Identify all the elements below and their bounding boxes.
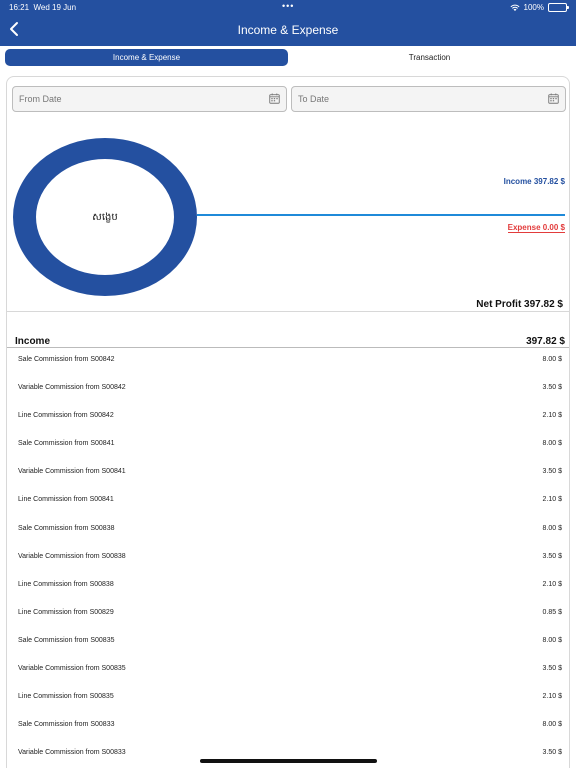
list-item-label: Variable Commission from S00835: [18, 665, 126, 673]
summary-chart: សង្ខេប Income 397.82 $ Expense 0.00 $: [7, 121, 569, 313]
battery-icon: [548, 3, 569, 12]
report-panel: From Date To Date សង្ខេប Income 397.82 $…: [6, 76, 570, 768]
list-item-label: Line Commission from S00842: [18, 412, 114, 420]
list-item[interactable]: Variable Commission from S00833 3.50 $: [7, 740, 569, 768]
to-date-placeholder: To Date: [298, 94, 330, 104]
status-date: Wed 19 Jun: [33, 3, 77, 12]
list-item-label: Variable Commission from S00833: [18, 749, 126, 757]
list-item-amount: 8.00 $: [542, 356, 562, 363]
list-item-amount: 3.50 $: [542, 749, 562, 757]
legend-connector-line: [197, 214, 565, 216]
list-item[interactable]: Variable Commission from S00835 3.50 $: [7, 656, 569, 684]
list-item[interactable]: Line Commission from S00835 2.10 $: [7, 684, 569, 712]
list-item[interactable]: Sale Commission from S00842 8.00 $: [7, 347, 569, 375]
list-item-label: Line Commission from S00841: [18, 496, 114, 504]
list-item-amount: 3.50 $: [542, 384, 562, 392]
income-section-label: Income: [15, 336, 51, 347]
list-item-label: Variable Commission from S00842: [18, 384, 126, 392]
calendar-icon: [269, 93, 280, 104]
list-item[interactable]: Sale Commission from S00838 8.00 $: [7, 516, 569, 544]
list-item[interactable]: Variable Commission from S00838 3.50 $: [7, 544, 569, 572]
tab-transaction[interactable]: Transaction: [288, 49, 571, 66]
tab-bar: Income & Expense Transaction: [5, 49, 571, 66]
list-item[interactable]: Line Commission from S00838 2.10 $: [7, 572, 569, 600]
list-item-label: Sale Commission from S00838: [18, 524, 115, 532]
list-item-label: Sale Commission from S00841: [18, 440, 115, 448]
list-item[interactable]: Sale Commission from S00833 8.00 $: [7, 712, 569, 740]
wifi-icon: [510, 4, 520, 11]
from-date-placeholder: From Date: [19, 94, 62, 104]
income-list: Sale Commission from S00842 8.00 $ Variabl…: [7, 347, 569, 768]
status-time-date: 16:21 Wed 19 Jun: [9, 3, 76, 12]
list-item-amount: 3.50 $: [542, 665, 562, 673]
list-item-amount: 3.50 $: [542, 552, 562, 560]
tab-income-expense[interactable]: Income & Expense: [5, 49, 288, 66]
list-item-amount: 2.10 $: [542, 412, 562, 420]
divider: [7, 311, 569, 312]
list-item[interactable]: Line Commission from S00842 2.10 $: [7, 403, 569, 431]
list-item-label: Sale Commission from S00842: [18, 356, 115, 363]
list-item-label: Line Commission from S00835: [18, 693, 114, 701]
income-section-header: Income 397.82 $: [7, 334, 569, 347]
donut-chart: សង្ខេប: [12, 137, 198, 297]
list-item[interactable]: Variable Commission from S00842 3.50 $: [7, 375, 569, 403]
calendar-icon: [548, 93, 559, 104]
page-title: Income & Expense: [237, 23, 339, 37]
list-item-amount: 8.00 $: [542, 721, 562, 729]
status-indicators: 100%: [510, 3, 569, 12]
home-indicator[interactable]: [200, 759, 377, 763]
legend-expense-label: Expense 0.00 $: [507, 223, 565, 233]
list-item-label: Sale Commission from S00835: [18, 636, 115, 644]
net-profit-label: Net Profit 397.82 $: [476, 299, 563, 310]
list-item-amount: 2.10 $: [542, 693, 562, 701]
income-section-total: 397.82 $: [526, 336, 565, 347]
list-item[interactable]: Sale Commission from S00835 8.00 $: [7, 628, 569, 656]
list-item-amount: 2.10 $: [542, 496, 562, 504]
list-item[interactable]: Line Commission from S00829 0.85 $: [7, 600, 569, 628]
multitasking-dots[interactable]: •••: [282, 1, 294, 11]
list-item[interactable]: Variable Commission from S00841 3.50 $: [7, 459, 569, 487]
list-item[interactable]: Line Commission from S00841 2.10 $: [7, 487, 569, 515]
list-item-amount: 8.00 $: [542, 636, 562, 644]
battery-percent: 100%: [523, 3, 544, 12]
list-item-label: Sale Commission from S00833: [18, 721, 115, 729]
legend-income-label: Income 397.82 $: [503, 177, 565, 186]
list-item-amount: 2.10 $: [542, 580, 562, 588]
list-item-label: Variable Commission from S00838: [18, 552, 126, 560]
from-date-field[interactable]: From Date: [12, 86, 287, 112]
list-item-amount: 3.50 $: [542, 468, 562, 476]
app-header: 16:21 Wed 19 Jun ••• 100% Income & Expen…: [0, 0, 576, 46]
to-date-field[interactable]: To Date: [291, 86, 566, 112]
list-item-label: Variable Commission from S00841: [18, 468, 126, 476]
list-item-amount: 0.85 $: [542, 608, 562, 616]
list-item-amount: 8.00 $: [542, 524, 562, 532]
list-item-amount: 8.00 $: [542, 440, 562, 448]
donut-center-label: សង្ខេប: [92, 212, 117, 223]
list-item-label: Line Commission from S00829: [18, 608, 114, 616]
list-item[interactable]: Sale Commission from S00841 8.00 $: [7, 431, 569, 459]
list-item-label: Line Commission from S00838: [18, 580, 114, 588]
status-time: 16:21: [9, 3, 30, 12]
